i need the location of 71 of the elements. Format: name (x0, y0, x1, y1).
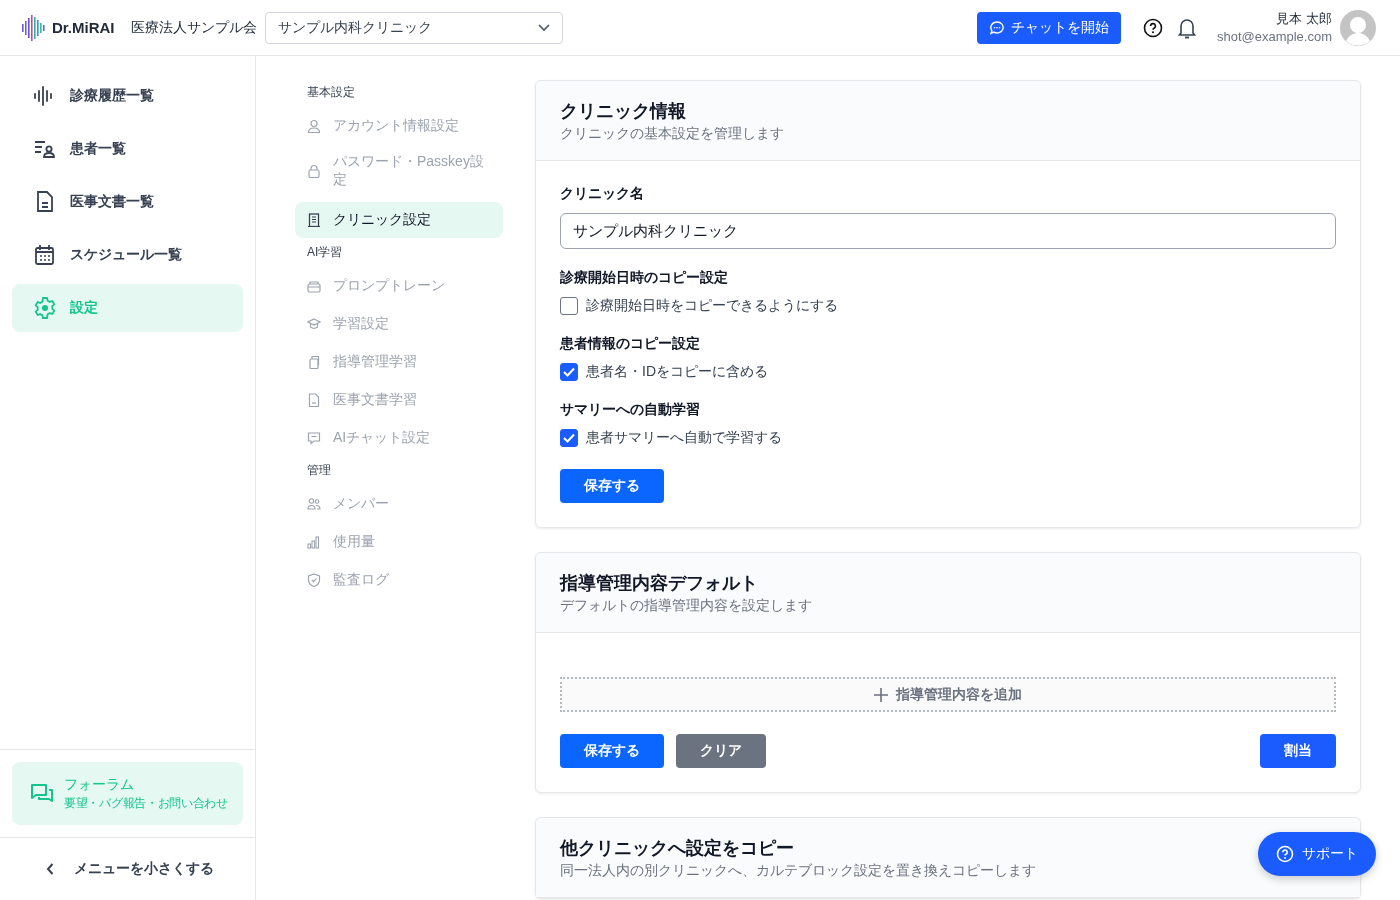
card-subtitle: デフォルトの指導管理内容を設定します (560, 597, 812, 615)
sidebar-item[interactable]: 医事文書一覧 (12, 178, 243, 226)
settings-nav-item[interactable]: 監査ログ (295, 562, 503, 598)
plus-icon (874, 687, 888, 702)
chevron-down-icon (537, 23, 550, 32)
setting-heading: 診療開始日時のコピー設定 (560, 269, 729, 287)
user-name: 見本 太郎 (1276, 9, 1332, 28)
checkbox-label: 患者サマリーへ自動で学習する (586, 429, 782, 447)
checkbox-label: 患者名・IDをコピーに含める (586, 363, 768, 381)
checkbox[interactable] (560, 429, 578, 447)
save-button[interactable]: 保存する (560, 734, 664, 768)
settings-nav-item[interactable]: メンバー (295, 486, 503, 522)
setting-heading: 患者情報のコピー設定 (560, 335, 701, 353)
user-icon (307, 119, 321, 133)
sidebar-item[interactable]: 診療履歴一覧 (12, 72, 243, 120)
user-email: shot@example.com (1216, 27, 1332, 46)
settings-nav-item[interactable]: AIチャット設定 (295, 420, 503, 456)
settings-nav-item[interactable]: 医事文書学習 (295, 382, 503, 418)
inbox-icon (307, 279, 321, 293)
shield-check-icon (307, 573, 321, 587)
lock-icon (307, 164, 321, 178)
settings-nav-item[interactable]: 使用量 (295, 524, 503, 560)
chat-bubbles-icon (30, 782, 54, 805)
card-title: 指導管理内容デフォルト (560, 572, 758, 595)
card-title: クリニック情報 (560, 100, 686, 123)
checkbox[interactable] (560, 297, 578, 315)
settings-nav-item[interactable]: プロンプトレーン (295, 268, 503, 304)
card-title: 他クリニックへ設定をコピー (560, 837, 794, 860)
help-icon (1276, 845, 1294, 863)
bar-chart-icon (307, 535, 321, 549)
copy-icon (307, 355, 321, 369)
document-icon (34, 191, 56, 213)
patient-list-icon (34, 138, 56, 160)
settings-nav-item[interactable]: アカウント情報設定 (295, 108, 503, 144)
message-icon (307, 431, 321, 445)
settings-nav-item[interactable]: 指導管理学習 (295, 344, 503, 380)
assign-button[interactable]: 割当 (1260, 734, 1336, 768)
save-button[interactable]: 保存する (560, 469, 664, 503)
section-heading: 基本設定 (306, 84, 356, 101)
settings-nav-item[interactable]: 学習設定 (295, 306, 503, 342)
settings-nav-item[interactable]: クリニック設定 (295, 202, 503, 238)
support-button[interactable]: サポート (1258, 832, 1376, 876)
field-label: クリニック名 (560, 185, 645, 203)
brand-name: Dr.MiRAI (52, 19, 115, 36)
card-subtitle: 同一法人内の別クリニックへ、カルテブロック設定を置き換えコピーします (560, 862, 1036, 880)
clinic-dropdown[interactable]: サンプル内科クリニック (264, 11, 563, 44)
users-icon (307, 497, 321, 511)
clear-button[interactable]: クリア (676, 734, 766, 768)
sidebar-item[interactable]: 患者一覧 (12, 125, 243, 173)
collapse-menu-button[interactable]: メニューを小さくする (0, 837, 255, 900)
checkbox[interactable] (560, 363, 578, 381)
clinic-name-field[interactable]: サンプル内科クリニック (560, 213, 1336, 249)
chat-bubble-icon (988, 19, 1005, 36)
section-heading: AI学習 (306, 244, 344, 261)
settings-icon (34, 297, 56, 319)
calendar-icon (34, 244, 56, 266)
chevron-left-icon (46, 863, 54, 875)
organization-name: 医療法人サンプル会 (130, 18, 257, 37)
sidebar-item[interactable]: スケジュール一覧 (12, 231, 243, 279)
section-heading: 管理 (306, 462, 332, 479)
setting-heading: サマリーへの自動学習 (560, 401, 701, 419)
graduation-cap-icon (307, 317, 321, 331)
help-icon[interactable] (1142, 17, 1163, 38)
card-subtitle: クリニックの基本設定を管理します (560, 125, 784, 143)
building-icon (307, 213, 321, 227)
logo-icon (22, 14, 46, 41)
start-chat-button[interactable]: チャットを開始 (976, 11, 1121, 44)
add-item-button[interactable]: 指導管理内容を追加 (560, 677, 1336, 712)
settings-nav-item[interactable]: パスワード・Passkey設定 (295, 146, 503, 196)
file-icon (307, 393, 321, 407)
checkbox-label: 診療開始日時をコピーできるようにする (586, 297, 838, 315)
